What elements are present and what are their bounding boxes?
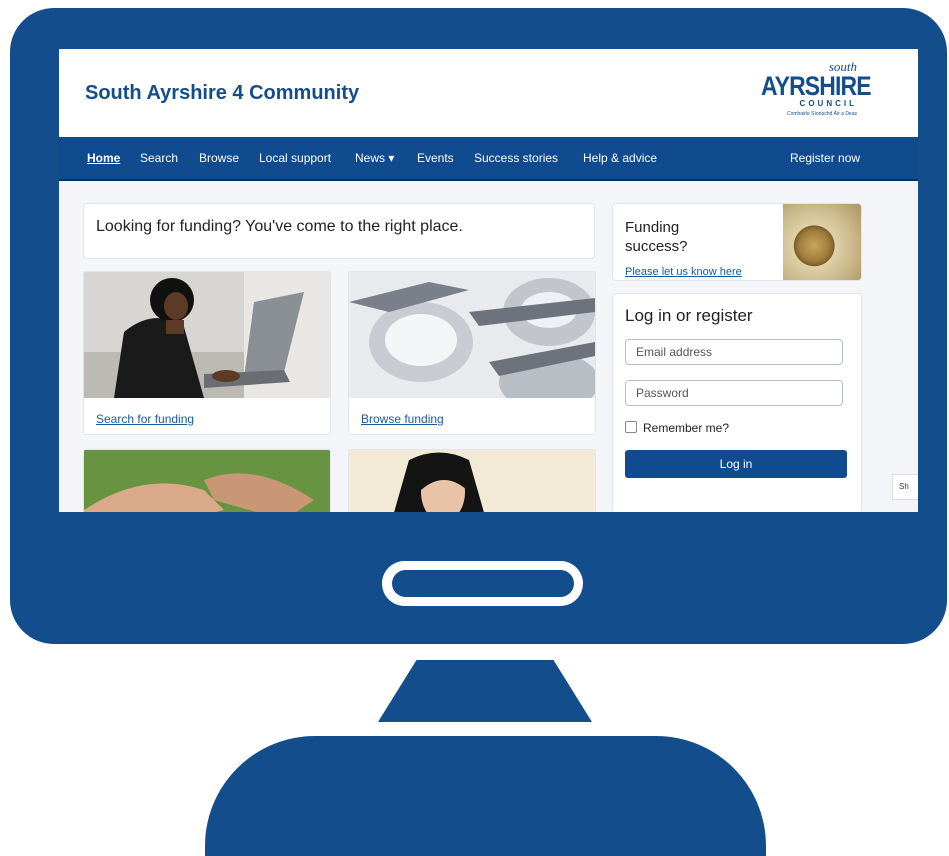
nav-browse[interactable]: Browse (199, 151, 239, 165)
password-field[interactable]: Password (625, 380, 843, 406)
browse-funding-card[interactable]: Browse funding (348, 271, 596, 435)
nav-register-now[interactable]: Register now (790, 151, 860, 165)
login-panel: Log in or register Email address Passwor… (612, 293, 862, 512)
search-funding-card[interactable]: Search for funding (83, 271, 331, 435)
logo-council-text: COUNCIL (799, 99, 857, 108)
login-title: Log in or register (625, 306, 753, 325)
nav-events[interactable]: Events (417, 151, 454, 165)
funding-success-link[interactable]: Please let us know here (625, 266, 742, 278)
nav-home[interactable]: Home (87, 151, 120, 165)
site-title[interactable]: South Ayrshire 4 Community (85, 82, 359, 105)
woman-portrait-image (349, 450, 595, 512)
monitor-button-inner (392, 570, 574, 597)
side-tab[interactable]: Sh (892, 474, 918, 500)
local-support-card[interactable] (83, 449, 331, 512)
remember-me-label: Remember me? (643, 421, 730, 435)
hands-image (84, 450, 330, 512)
monitor-stand-base (205, 736, 766, 856)
logo-gaelic-text: Comhairle Sìonachd Àir a Deas (786, 111, 857, 117)
monitor-screen: South Ayrshire 4 Community south AYRSHIR… (59, 49, 918, 512)
woman-laptop-image (84, 272, 330, 398)
coins-image (783, 204, 861, 280)
gears-image (349, 272, 595, 398)
nav-local-support[interactable]: Local support (259, 151, 331, 165)
monitor-stand-neck (378, 660, 592, 722)
main-nav: Home Search Browse Local support News ▾ … (59, 137, 918, 181)
welcome-panel: Looking for funding? You've come to the … (83, 203, 595, 259)
council-logo[interactable]: south AYRSHIRE COUNCIL Comhairle Sìonach… (759, 59, 872, 125)
nav-help-advice[interactable]: Help & advice (583, 151, 657, 165)
browse-funding-link[interactable]: Browse funding (361, 412, 444, 426)
nav-news[interactable]: News ▾ (355, 151, 394, 165)
logo-ayrshire-text: AYRSHIRE (761, 71, 872, 101)
search-funding-link[interactable]: Search for funding (96, 412, 194, 426)
nav-search[interactable]: Search (140, 151, 178, 165)
login-button[interactable]: Log in (625, 450, 847, 478)
funding-success-title: Funding success? (625, 219, 688, 255)
remember-me-option[interactable]: Remember me? (625, 421, 729, 435)
news-card[interactable] (348, 449, 596, 512)
main-content: Looking for funding? You've come to the … (59, 181, 918, 512)
remember-me-checkbox[interactable] (625, 421, 637, 433)
welcome-text: Looking for funding? You've come to the … (96, 218, 463, 235)
email-field[interactable]: Email address (625, 339, 843, 365)
nav-success-stories[interactable]: Success stories (474, 151, 558, 165)
site-header: South Ayrshire 4 Community south AYRSHIR… (59, 49, 918, 137)
funding-success-panel: Funding success? Please let us know here (612, 203, 862, 281)
